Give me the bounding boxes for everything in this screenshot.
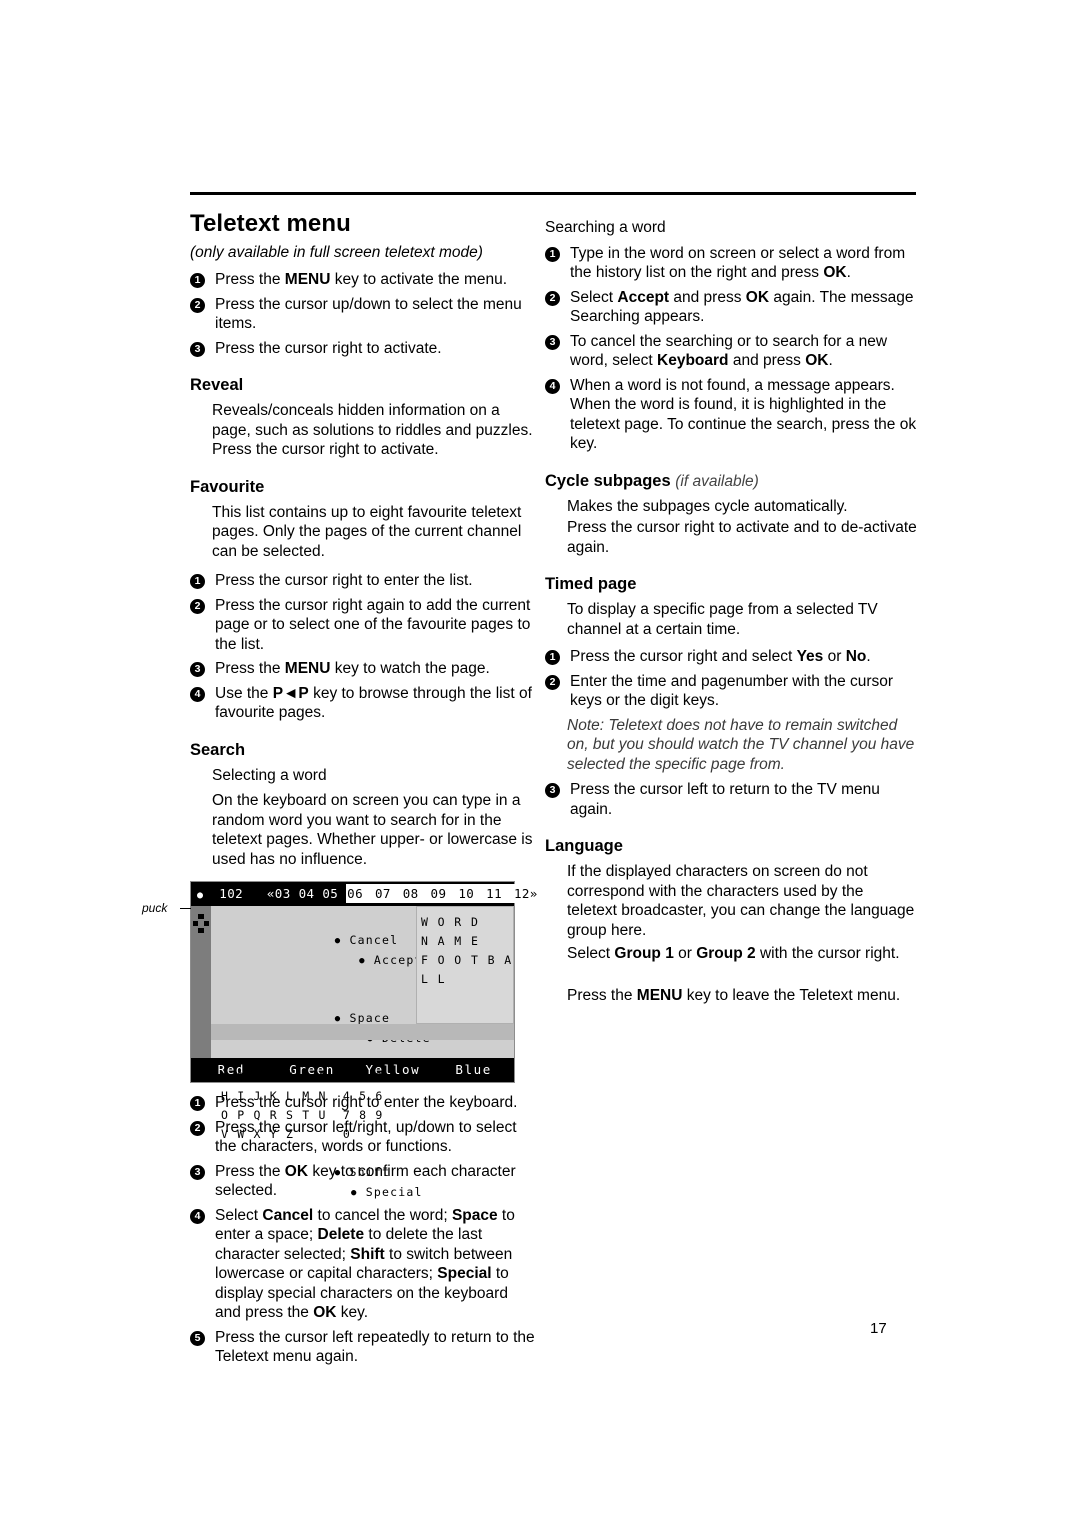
timed-steps-list-cont: Press the cursor left to return to the T… (545, 780, 917, 819)
teletext-page-11[interactable]: 11 (485, 884, 503, 903)
teletext-cancel-button[interactable]: Cancel (349, 933, 398, 947)
list-item: Press the cursor up/down to select the m… (190, 295, 535, 334)
left-column: Teletext menu (only available in full sc… (142, 210, 539, 1372)
language-select-line: Select Group 1 or Group 2 with the curso… (567, 945, 900, 962)
language-body: If the displayed characters on screen do… (567, 863, 915, 939)
searching-a-word-heading: Searching a word (545, 219, 666, 236)
list-item: Type in the word on screen or select a w… (545, 244, 917, 283)
teletext-page-06[interactable]: 06 (346, 884, 365, 903)
teletext-page-12[interactable]: 12» (512, 884, 539, 903)
list-item: Press the MENU key to activate the menu. (190, 270, 535, 290)
list-item: Press the cursor right to enter the keyb… (190, 1093, 535, 1113)
searching-steps-list: Type in the word on screen or select a w… (545, 244, 917, 454)
timed-body: To display a specific page from a select… (567, 601, 878, 638)
section-heading-cycle-subpages: Cycle subpages (if available) (545, 472, 917, 491)
list-item: Press the cursor right and select Yes or… (545, 647, 917, 667)
timed-steps-list: Press the cursor right and select Yes or… (545, 647, 917, 711)
page-number: 17 (870, 1320, 887, 1337)
cursor-pad-icon (193, 914, 209, 938)
bullet-icon: ● (334, 1014, 342, 1024)
right-column: Searching a word Type in the word on scr… (545, 218, 917, 1007)
cycle-heading-text: Cycle subpages (545, 471, 671, 490)
teletext-page-05[interactable]: 05 (322, 886, 338, 901)
list-item: Use the P◄P key to browse through the li… (190, 684, 535, 723)
teletext-header-dot: ● (197, 890, 204, 901)
section-heading-timed-page: Timed page (545, 575, 637, 593)
list-item: Select Cancel to cancel the word; Space … (190, 1206, 535, 1323)
teletext-page-07[interactable]: 07 (373, 884, 392, 903)
section-heading-reveal: Reveal (190, 376, 244, 394)
list-item: Press the cursor right to enter the list… (190, 571, 535, 591)
teletext-header: ● 102 «03 04 05 06 07 08 09 10 11 12» (191, 882, 539, 906)
list-item: Press the cursor left/right, up/down to … (190, 1118, 535, 1157)
teletext-screen-figure: puck ● 102 «03 04 05 06 07 08 09 10 11 1… (142, 881, 539, 1199)
list-item: To cancel the searching or to search for… (545, 332, 917, 371)
list-item: Press the cursor right again to add the … (190, 596, 535, 655)
teletext-page-09[interactable]: 09 (429, 884, 448, 903)
list-item: Press the cursor right to activate. (190, 339, 535, 359)
bullet-icon: ● (359, 956, 366, 966)
page-subtitle: (only available in full screen teletext … (190, 244, 483, 261)
teletext-history-list[interactable]: W O R D N A M E F O O T B A L L (416, 906, 514, 1024)
favourite-body: This list contains up to eight favourite… (212, 503, 522, 560)
section-heading-favourite: Favourite (190, 477, 265, 496)
reveal-body: Reveals/conceals hidden information on a… (212, 402, 533, 458)
section-heading-language: Language (545, 837, 623, 855)
teletext-page-03[interactable]: «03 (267, 886, 291, 901)
list-item: Press the MENU key to watch the page. (190, 659, 535, 679)
teletext-fn-row-1: ● Cancel ● Accept (221, 912, 431, 990)
history-item[interactable]: N A M E (421, 932, 513, 951)
search-steps-list: Press the cursor right to enter the keyb… (190, 1093, 535, 1367)
teletext-page-04[interactable]: 04 (299, 886, 315, 901)
list-item: Select Accept and press OK again. The me… (545, 288, 917, 327)
timed-note: Note: Teletext does not have to remain s… (567, 716, 915, 773)
puck-label: puck (142, 901, 168, 915)
teletext-screen: ● 102 «03 04 05 06 07 08 09 10 11 12» ● … (190, 881, 539, 1199)
list-item: Press the cursor left repeatedly to retu… (190, 1328, 535, 1367)
closing-line: Press the MENU key to leave the Teletext… (567, 986, 901, 1004)
manual-page: Teletext menu (only available in full sc… (0, 0, 1080, 1528)
list-item: When a word is not found, a message appe… (545, 376, 917, 454)
teletext-page-08[interactable]: 08 (401, 884, 420, 903)
header-rule (190, 192, 916, 195)
history-item[interactable]: W O R D (421, 913, 513, 932)
list-item: Enter the time and pagenumber with the c… (545, 672, 917, 711)
teletext-bottom-strip (211, 1024, 514, 1040)
bullet-icon: ● (334, 936, 342, 946)
history-item[interactable]: F O O T B A L L (421, 951, 513, 989)
list-item: Press the OK key to confirm each charact… (190, 1162, 535, 1201)
cycle-heading-note: (if available) (675, 472, 759, 490)
page-title: Teletext menu (190, 210, 351, 237)
search-body: On the keyboard on screen you can type i… (212, 792, 533, 868)
teletext-space-button[interactable]: Space (349, 1011, 390, 1025)
cycle-body-1: Makes the subpages cycle automatically. (567, 497, 848, 515)
intro-steps-list: Press the MENU key to activate the menu.… (190, 270, 535, 358)
teletext-page-10[interactable]: 10 (457, 884, 476, 903)
colour-key-blue[interactable]: Blue (433, 1058, 514, 1082)
teletext-body: ● Cancel ● Accept ● Space ● Delete A B C… (191, 906, 514, 1199)
favourite-steps-list: Press the cursor right to enter the list… (190, 571, 535, 723)
teletext-char-row-1[interactable]: A B C D E F G 1 2 3 (221, 1068, 431, 1087)
teletext-page-number: 102 (219, 886, 244, 901)
search-subheading: Selecting a word (212, 766, 327, 784)
section-heading-search: Search (190, 740, 246, 759)
list-item: Press the cursor left to return to the T… (545, 780, 917, 819)
cycle-body-2: Press the cursor right to activate and t… (567, 519, 917, 556)
